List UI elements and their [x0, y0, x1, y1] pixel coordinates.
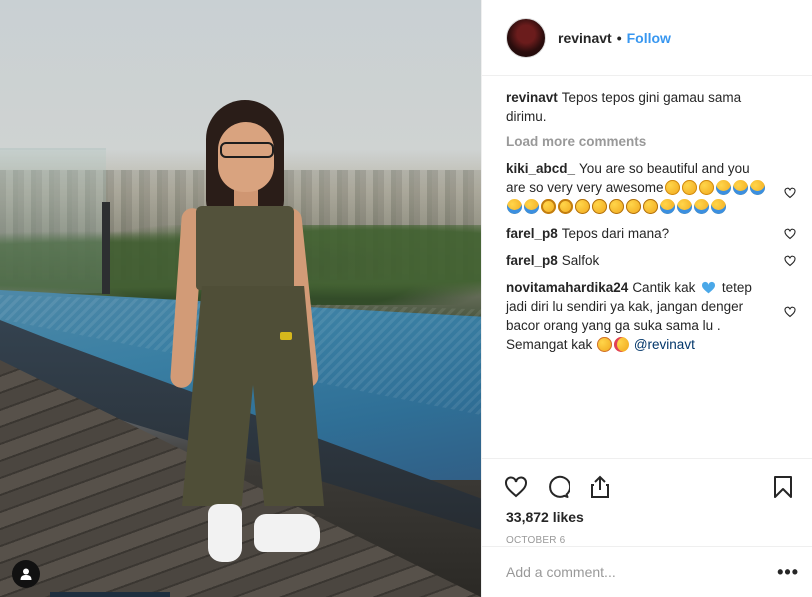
- blue-heart-emoji-icon: [702, 281, 716, 294]
- cry-emoji-icon: [507, 199, 522, 214]
- photo-bottom-strip: [50, 592, 170, 597]
- photo-person: [168, 100, 338, 580]
- frown-emoji-icon: [643, 199, 658, 214]
- mention-link[interactable]: @revinavt: [634, 337, 695, 352]
- comment-item: farel_p8 Tepos dari mana?: [506, 224, 796, 243]
- cry-emoji-icon: [677, 199, 692, 214]
- user-tag-button[interactable]: [12, 560, 40, 588]
- shock-emoji-icon: [541, 199, 556, 214]
- header-text: revinavt • Follow: [558, 30, 671, 46]
- cry-emoji-icon: [749, 180, 765, 195]
- more-options-button[interactable]: •••: [777, 562, 799, 583]
- header-separator: •: [616, 29, 622, 46]
- avatar[interactable]: [506, 17, 546, 58]
- comment-text: Cantik kak: [632, 280, 696, 295]
- heart-eyes-emoji-icon: [681, 180, 697, 195]
- post-date[interactable]: OCTOBER 6: [502, 535, 797, 546]
- post-side-panel: revinavt • Follow revinavt Tepos tepos gi…: [481, 0, 812, 597]
- comment-input[interactable]: [506, 564, 778, 580]
- heart-outline-icon[interactable]: [784, 187, 796, 199]
- load-more-comments-button[interactable]: Load more comments: [506, 134, 796, 149]
- frown-emoji-icon: [609, 199, 624, 214]
- caption: revinavt Tepos tepos gini gamau sama diri…: [506, 88, 796, 126]
- share-upload-icon: [591, 475, 609, 498]
- speech-bubble-icon: [549, 475, 570, 498]
- cry-emoji-icon: [711, 199, 726, 214]
- comment-button[interactable]: [544, 473, 572, 501]
- cry-emoji-icon: [715, 180, 731, 195]
- photo-railing-post: [102, 202, 110, 294]
- frown-emoji-icon: [575, 199, 590, 214]
- post-actions: 33,872 likes OCTOBER 6: [482, 458, 812, 546]
- heart-eyes-emoji-icon: [664, 180, 680, 195]
- blush-emoji-icon: [597, 337, 613, 352]
- heart-outline-icon[interactable]: [784, 306, 796, 318]
- comment-item: farel_p8 Salfok: [506, 251, 796, 270]
- person-glasses: [220, 142, 274, 158]
- person-top: [196, 206, 294, 290]
- cry-emoji-icon: [694, 199, 709, 214]
- kiss-emoji-icon: [614, 337, 630, 352]
- comment-item: novitamahardika24 Cantik kak tetep jadi d…: [506, 278, 796, 354]
- frown-emoji-icon: [592, 199, 607, 214]
- share-button[interactable]: [586, 473, 614, 501]
- likes-count[interactable]: 33,872 likes: [502, 509, 797, 525]
- like-button[interactable]: [502, 473, 530, 501]
- comment-text: Salfok: [561, 253, 600, 268]
- instagram-post-modal: revinavt • Follow revinavt Tepos tepos gi…: [0, 0, 812, 597]
- post-photo[interactable]: [0, 0, 481, 597]
- action-icons: [502, 467, 797, 507]
- comment-text: Tepos dari mana?: [561, 226, 670, 241]
- cry-emoji-icon: [660, 199, 675, 214]
- save-button[interactable]: [769, 473, 797, 501]
- comment-username[interactable]: kiki_abcd_: [506, 161, 575, 176]
- heart-eyes-emoji-icon: [698, 180, 714, 195]
- person-watch: [280, 332, 292, 340]
- post-header: revinavt • Follow: [482, 0, 812, 76]
- person-shoe-left: [208, 504, 242, 562]
- cry-emoji-icon: [732, 180, 748, 195]
- follow-button[interactable]: Follow: [627, 30, 671, 46]
- header-username[interactable]: revinavt: [558, 30, 612, 46]
- heart-outline-icon[interactable]: [784, 255, 796, 267]
- frown-emoji-icon: [626, 199, 641, 214]
- caption-username[interactable]: revinavt: [506, 90, 558, 105]
- photo-glass-railing: [0, 148, 106, 293]
- person-pants: [182, 286, 324, 506]
- bookmark-icon: [774, 476, 792, 498]
- comment-item: kiki_abcd_ You are so beautiful and you a…: [506, 159, 796, 216]
- heart-outline-icon: [505, 476, 527, 498]
- person-shoe-right: [254, 514, 320, 552]
- comment-username[interactable]: novitamahardika24: [506, 280, 628, 295]
- cry-emoji-icon: [524, 199, 539, 214]
- comment-username[interactable]: farel_p8: [506, 253, 558, 268]
- comment-username[interactable]: farel_p8: [506, 226, 558, 241]
- add-comment-bar: •••: [482, 546, 812, 597]
- comments-list: revinavt Tepos tepos gini gamau sama diri…: [506, 88, 796, 362]
- shock-emoji-icon: [558, 199, 573, 214]
- heart-outline-icon[interactable]: [784, 228, 796, 240]
- user-silhouette-icon: [20, 568, 32, 580]
